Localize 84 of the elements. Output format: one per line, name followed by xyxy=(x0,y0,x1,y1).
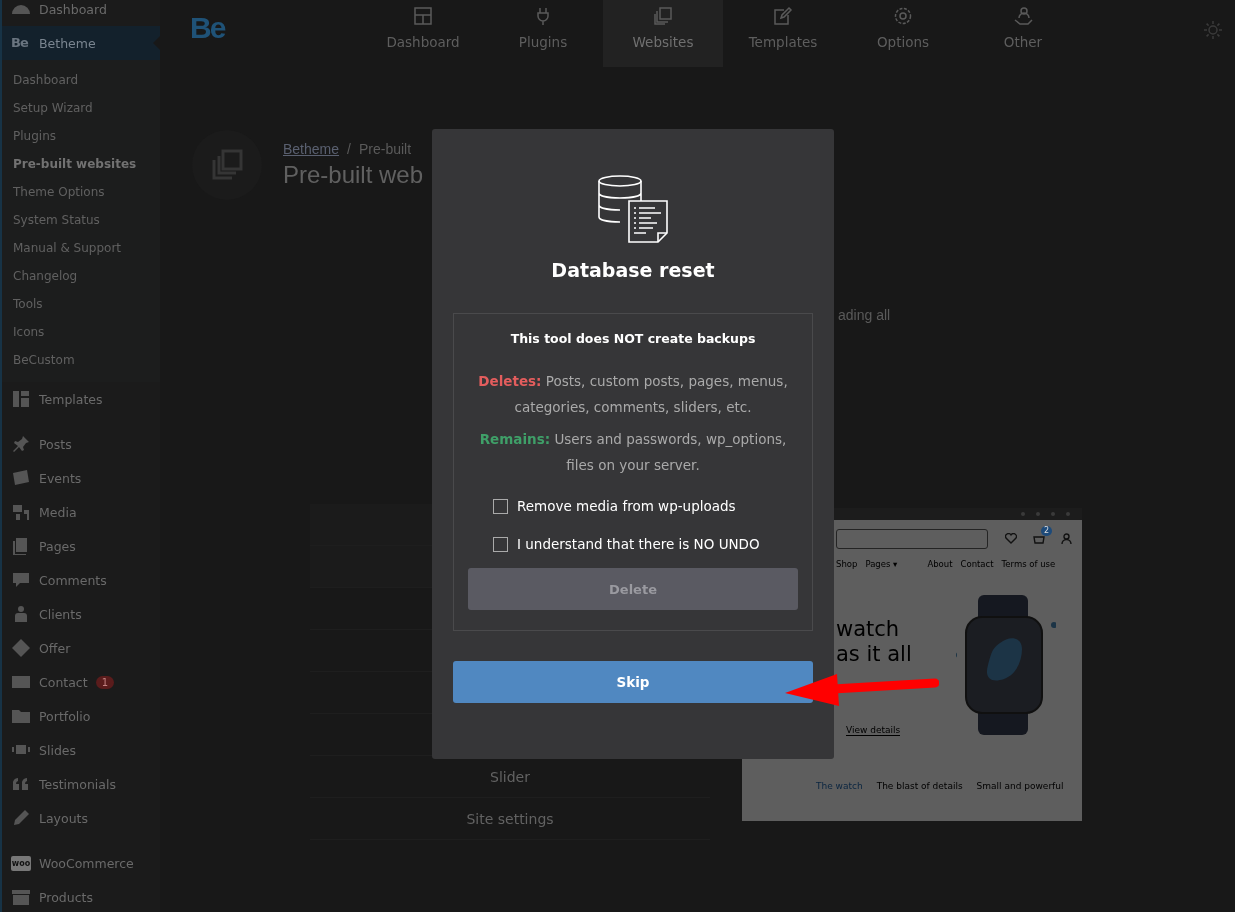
archive-box-icon xyxy=(11,887,31,907)
list-item[interactable]: Slider xyxy=(490,768,530,785)
media-icon xyxy=(11,502,31,522)
submenu-item[interactable]: Dashboard xyxy=(2,66,160,94)
count-badge: 2 xyxy=(1040,526,1052,536)
logo-icon: woo xyxy=(11,855,31,871)
submenu-item[interactable]: Tools xyxy=(2,290,160,318)
nav-link[interactable]: Pages ▾ xyxy=(865,559,898,569)
hero-heading: watch xyxy=(836,617,901,642)
sidebar-item[interactable]: Testimonials xyxy=(2,767,160,801)
logo-icon: Be xyxy=(11,35,31,51)
nav-tab[interactable]: Other xyxy=(963,0,1083,67)
submenu-item[interactable]: System Status xyxy=(2,206,160,234)
sun-icon xyxy=(1204,21,1222,39)
sidebar-item[interactable]: woo WooCommerce xyxy=(2,846,160,880)
submenu-item[interactable]: Icons xyxy=(2,318,160,346)
view-details-link[interactable]: View details xyxy=(846,725,901,736)
description-text: ading all xyxy=(838,307,891,323)
nav-tab[interactable]: Plugins xyxy=(483,0,603,67)
settings-icon xyxy=(893,6,913,26)
pencil-square-icon xyxy=(773,6,793,26)
search-field[interactable] xyxy=(836,528,988,549)
sidebar-item[interactable]: Templates xyxy=(2,382,160,416)
checkbox-label: I understand that there is NO UNDO xyxy=(517,536,760,552)
person-hand-icon xyxy=(1013,6,1033,26)
preview-tab[interactable]: Small and powerful xyxy=(976,781,1064,791)
nav-link[interactable]: Terms of use xyxy=(1001,559,1056,569)
sidebar-item[interactable]: Events xyxy=(2,461,160,495)
submenu-item[interactable]: Manual & Support xyxy=(2,234,160,262)
nav-tab[interactable]: Templates xyxy=(723,0,843,67)
sidebar-item[interactable]: Posts xyxy=(2,427,160,461)
heart-icon xyxy=(1005,533,1017,544)
submenu-item[interactable]: Plugins xyxy=(2,122,160,150)
count-badge: 1 xyxy=(95,675,114,689)
stacked-squares-icon xyxy=(211,149,243,181)
breadcrumb-link[interactable]: Betheme xyxy=(283,141,340,157)
nav-tab[interactable]: Options xyxy=(843,0,963,67)
submenu-item[interactable]: Pre-built websites xyxy=(2,150,160,178)
submenu-item[interactable]: Theme Options xyxy=(2,178,160,206)
sidebar-item[interactable]: Pages xyxy=(2,529,160,563)
sidebar-item[interactable]: Slides xyxy=(2,733,160,767)
grid-icon xyxy=(11,389,31,409)
submenu-item[interactable]: Changelog xyxy=(2,262,160,290)
user-icon xyxy=(1061,533,1072,544)
nav-tab[interactable]: Dashboard xyxy=(363,0,483,67)
sidebar-item[interactable]: Dashboard xyxy=(2,0,160,26)
sidebar-item[interactable]: Layouts xyxy=(2,801,160,835)
layout-grid-icon xyxy=(413,6,433,26)
checkbox[interactable] xyxy=(493,498,508,514)
sidebar-item[interactable]: Products xyxy=(2,880,160,912)
pin-icon xyxy=(11,434,31,454)
sidebar-item[interactable]: Offer xyxy=(2,631,160,665)
checkbox-label: Remove media from wp-uploads xyxy=(517,498,736,514)
checkbox[interactable] xyxy=(493,536,508,552)
sidebar-item[interactable]: Comments xyxy=(2,563,160,597)
sidebar-item[interactable]: Contact 1 xyxy=(2,665,160,699)
preview-tab[interactable]: The blast of details xyxy=(876,781,963,791)
sidebar-item[interactable]: Be Betheme xyxy=(2,26,160,60)
stacked-squares-icon xyxy=(653,6,673,26)
breadcrumb-text: Pre-built xyxy=(358,141,412,157)
database-document-icon xyxy=(598,175,668,243)
nav-link[interactable]: Contact xyxy=(960,559,994,569)
submenu-item[interactable]: Setup Wizard xyxy=(2,94,160,122)
sidebar-item[interactable]: Media xyxy=(2,495,160,529)
breadcrumb-separator: / xyxy=(347,141,351,157)
warning-text: This tool does NOT create backups xyxy=(510,331,756,346)
speech-bubble-icon xyxy=(11,570,31,590)
logo[interactable]: Be xyxy=(190,11,232,45)
sidebar-item[interactable]: Clients xyxy=(2,597,160,631)
nav-tab[interactable]: Websites xyxy=(603,0,723,67)
skip-button[interactable]: Skip xyxy=(453,661,813,703)
list-item[interactable]: Site settings xyxy=(466,810,554,827)
dialog-title: Database reset xyxy=(551,259,715,281)
page-title: Pre-built web xyxy=(283,161,424,189)
bag-icon xyxy=(1033,533,1045,544)
info-text: Remains: Users and passwords, wp_options, files on your server. xyxy=(478,430,788,475)
preview-tab[interactable]: The watch xyxy=(816,781,863,791)
nav-link[interactable]: Shop xyxy=(836,559,858,569)
submenu-item[interactable]: BeCustom xyxy=(2,346,160,374)
info-text: Deletes: Posts, custom posts, pages, menus, categories, comments, sliders, etc. xyxy=(477,372,789,417)
hero-heading: as it all xyxy=(836,642,913,667)
nav-link[interactable]: About xyxy=(927,559,953,569)
sidebar-item[interactable]: Portfolio xyxy=(2,699,160,733)
pencil-icon xyxy=(11,808,31,828)
